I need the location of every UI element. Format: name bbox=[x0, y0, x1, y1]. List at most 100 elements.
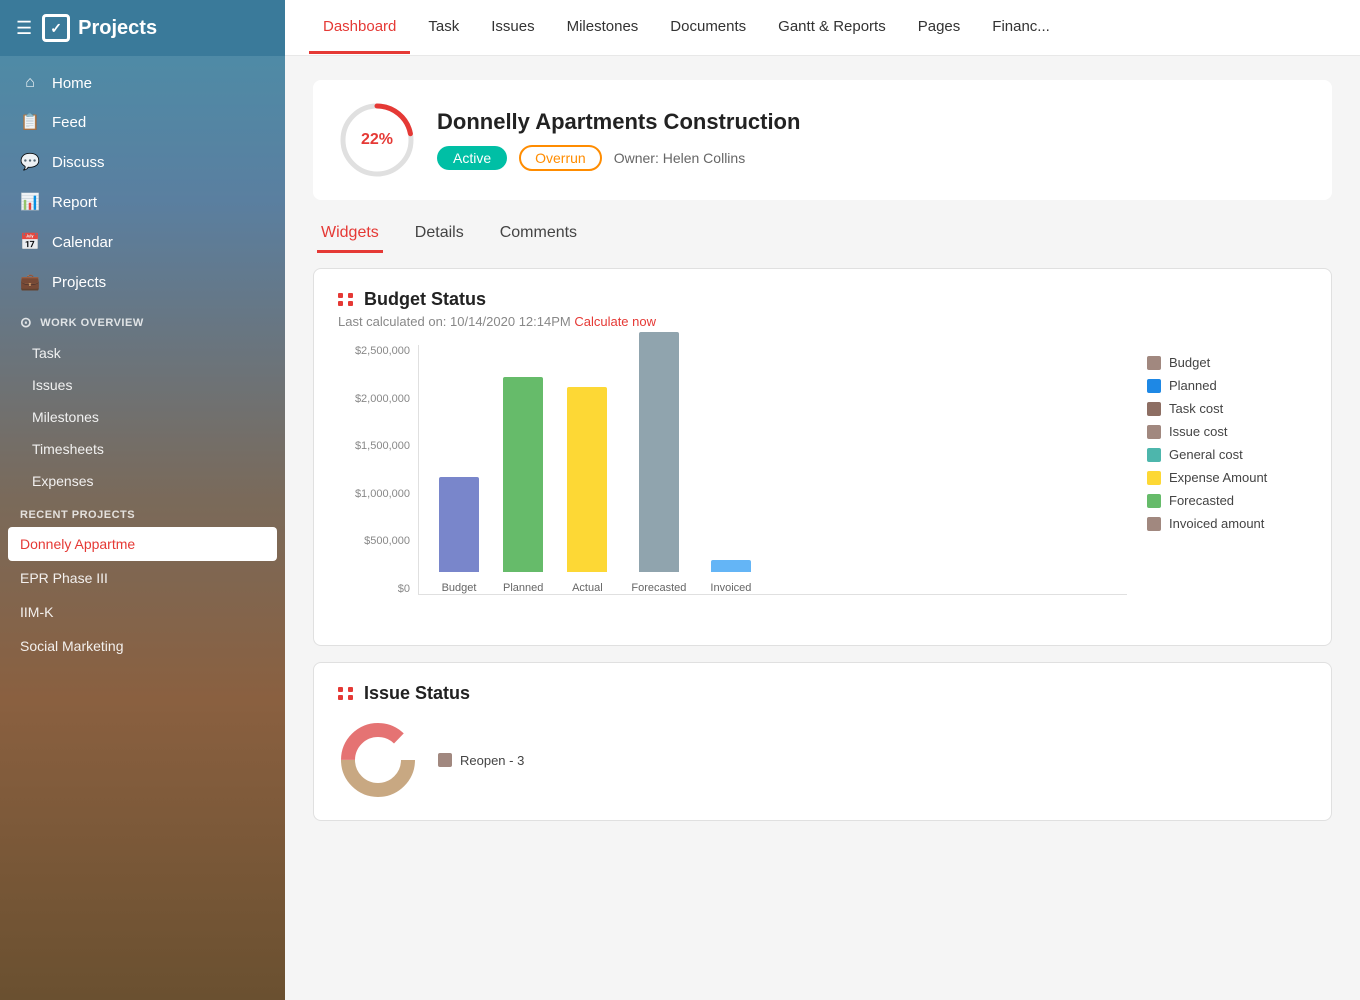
bar-label: Actual bbox=[572, 582, 603, 594]
chart-bar bbox=[639, 332, 679, 572]
legend-item: Issue cost bbox=[1147, 424, 1307, 439]
sidebar-item-report[interactable]: 📊 Report bbox=[0, 182, 285, 222]
work-overview-label: ⊙ WORK OVERVIEW bbox=[0, 302, 285, 337]
budget-subtitle: Last calculated on: 10/14/2020 12:14PM C… bbox=[338, 314, 1307, 329]
sidebar-item-home[interactable]: ⌂ Home bbox=[0, 64, 285, 102]
project-info: Donnelly Apartments Construction Active … bbox=[437, 109, 1308, 171]
budget-chart-area: $2,500,000 $2,000,000 $1,500,000 $1,000,… bbox=[338, 345, 1307, 625]
tab-finance[interactable]: Financ... bbox=[978, 2, 1064, 54]
sidebar-item-milestones[interactable]: Milestones bbox=[0, 401, 285, 433]
tab-pages[interactable]: Pages bbox=[904, 2, 975, 54]
issue-widget-header: Issue Status bbox=[338, 683, 1307, 704]
legend-color-dot bbox=[1147, 379, 1161, 393]
bar-group: Budget bbox=[439, 477, 479, 594]
sidebar-item-discuss[interactable]: 💬 Discuss bbox=[0, 142, 285, 182]
tab-gantt[interactable]: Gantt & Reports bbox=[764, 2, 900, 54]
bar-group: Actual bbox=[567, 387, 607, 594]
sidebar-item-issues[interactable]: Issues bbox=[0, 369, 285, 401]
tab-task[interactable]: Task bbox=[414, 2, 473, 54]
legend-item: Forecasted bbox=[1147, 493, 1307, 508]
y-label: $0 bbox=[398, 583, 410, 595]
sidebar-item-expenses[interactable]: Expenses bbox=[0, 465, 285, 497]
tab-documents[interactable]: Documents bbox=[656, 2, 760, 54]
chart-bar bbox=[567, 387, 607, 572]
legend-item: General cost bbox=[1147, 447, 1307, 462]
legend-item: Invoiced amount bbox=[1147, 516, 1307, 531]
logo-icon: ✓ bbox=[42, 14, 70, 42]
project-badges: Active Overrun Owner: Helen Collins bbox=[437, 145, 1308, 171]
project-header: 22% Donnelly Apartments Construction Act… bbox=[313, 80, 1332, 200]
sidebar-item-label: Calendar bbox=[52, 234, 113, 251]
y-label: $2,500,000 bbox=[355, 345, 410, 357]
discuss-icon: 💬 bbox=[20, 152, 40, 172]
subtab-details[interactable]: Details bbox=[411, 216, 468, 253]
tab-issues[interactable]: Issues bbox=[477, 2, 548, 54]
sidebar-item-feed[interactable]: 📋 Feed bbox=[0, 102, 285, 142]
sidebar-header: ☰ ✓ Projects bbox=[0, 0, 285, 56]
main-content: Dashboard Task Issues Milestones Documen… bbox=[285, 0, 1360, 1000]
legend-label: General cost bbox=[1169, 447, 1243, 462]
top-nav: Dashboard Task Issues Milestones Documen… bbox=[285, 0, 1360, 56]
chart-container: $2,500,000 $2,000,000 $1,500,000 $1,000,… bbox=[338, 345, 1127, 625]
progress-label: 22% bbox=[361, 131, 393, 149]
legend-color-dot bbox=[1147, 448, 1161, 462]
recent-project-iimk[interactable]: IIM-K bbox=[0, 595, 285, 629]
recent-project-social[interactable]: Social Marketing bbox=[0, 629, 285, 663]
chart-legend: Budget Planned Task cost Issue cost General … bbox=[1147, 345, 1307, 531]
subtab-widgets[interactable]: Widgets bbox=[317, 216, 383, 253]
recent-project-epr[interactable]: EPR Phase III bbox=[0, 561, 285, 595]
y-label: $2,000,000 bbox=[355, 393, 410, 405]
issue-legend-reopen: Reopen - 3 bbox=[438, 753, 524, 768]
issue-widget-icon bbox=[338, 687, 354, 700]
tab-dashboard[interactable]: Dashboard bbox=[309, 2, 410, 54]
project-title: Donnelly Apartments Construction bbox=[437, 109, 1308, 135]
home-icon: ⌂ bbox=[20, 74, 40, 92]
legend-item: Budget bbox=[1147, 355, 1307, 370]
recent-project-donnely[interactable]: Donnely Appartme bbox=[8, 527, 277, 561]
issue-donut-chart bbox=[338, 720, 418, 800]
overrun-badge: Overrun bbox=[519, 145, 602, 171]
sidebar-item-label: Home bbox=[52, 75, 92, 92]
y-label: $1,000,000 bbox=[355, 488, 410, 500]
subtitle-text: Last calculated on: 10/14/2020 12:14PM bbox=[338, 314, 574, 329]
hamburger-icon[interactable]: ☰ bbox=[16, 18, 32, 39]
sidebar-item-projects[interactable]: 💼 Projects bbox=[0, 262, 285, 302]
legend-color-dot bbox=[1147, 425, 1161, 439]
sidebar-item-calendar[interactable]: 📅 Calendar bbox=[0, 222, 285, 262]
legend-item: Planned bbox=[1147, 378, 1307, 393]
bar-label: Forecasted bbox=[631, 582, 686, 594]
widget-grid-icon bbox=[338, 293, 354, 306]
calculate-link[interactable]: Calculate now bbox=[574, 314, 656, 329]
bar-group: Forecasted bbox=[631, 332, 686, 594]
y-label: $1,500,000 bbox=[355, 440, 410, 452]
legend-color-dot bbox=[1147, 356, 1161, 370]
tab-milestones[interactable]: Milestones bbox=[553, 2, 653, 54]
legend-label: Task cost bbox=[1169, 401, 1223, 416]
legend-color-dot bbox=[1147, 402, 1161, 416]
subtab-comments[interactable]: Comments bbox=[496, 216, 581, 253]
bar-group: Planned bbox=[503, 377, 543, 594]
recent-projects-label: RECENT PROJECTS bbox=[0, 497, 285, 527]
widget-header: Budget Status bbox=[338, 289, 1307, 310]
sidebar-item-label: Report bbox=[52, 194, 97, 211]
legend-label: Expense Amount bbox=[1169, 470, 1267, 485]
legend-label: Issue cost bbox=[1169, 424, 1228, 439]
issue-title: Issue Status bbox=[364, 683, 470, 704]
progress-circle: 22% bbox=[337, 100, 417, 180]
sidebar-nav: ⌂ Home 📋 Feed 💬 Discuss 📊 Report 📅 Calen… bbox=[0, 56, 285, 1000]
feed-icon: 📋 bbox=[20, 112, 40, 132]
bar-label: Budget bbox=[442, 582, 477, 594]
legend-label: Invoiced amount bbox=[1169, 516, 1264, 531]
content-area: 22% Donnelly Apartments Construction Act… bbox=[285, 56, 1360, 1000]
y-label: $500,000 bbox=[364, 535, 410, 547]
sidebar-item-task[interactable]: Task bbox=[0, 337, 285, 369]
legend-color-dot bbox=[1147, 494, 1161, 508]
sidebar-item-timesheets[interactable]: Timesheets bbox=[0, 433, 285, 465]
chart-bar bbox=[711, 560, 751, 573]
chart-bars-wrapper: $2,500,000 $2,000,000 $1,500,000 $1,000,… bbox=[338, 345, 1127, 625]
y-axis: $2,500,000 $2,000,000 $1,500,000 $1,000,… bbox=[338, 345, 418, 595]
issue-widget: Issue Status Reopen - 3 bbox=[313, 662, 1332, 821]
sidebar: ☰ ✓ Projects ⌂ Home 📋 Feed 💬 Discuss 📊 R… bbox=[0, 0, 285, 1000]
legend-item: Task cost bbox=[1147, 401, 1307, 416]
calendar-icon: 📅 bbox=[20, 232, 40, 252]
